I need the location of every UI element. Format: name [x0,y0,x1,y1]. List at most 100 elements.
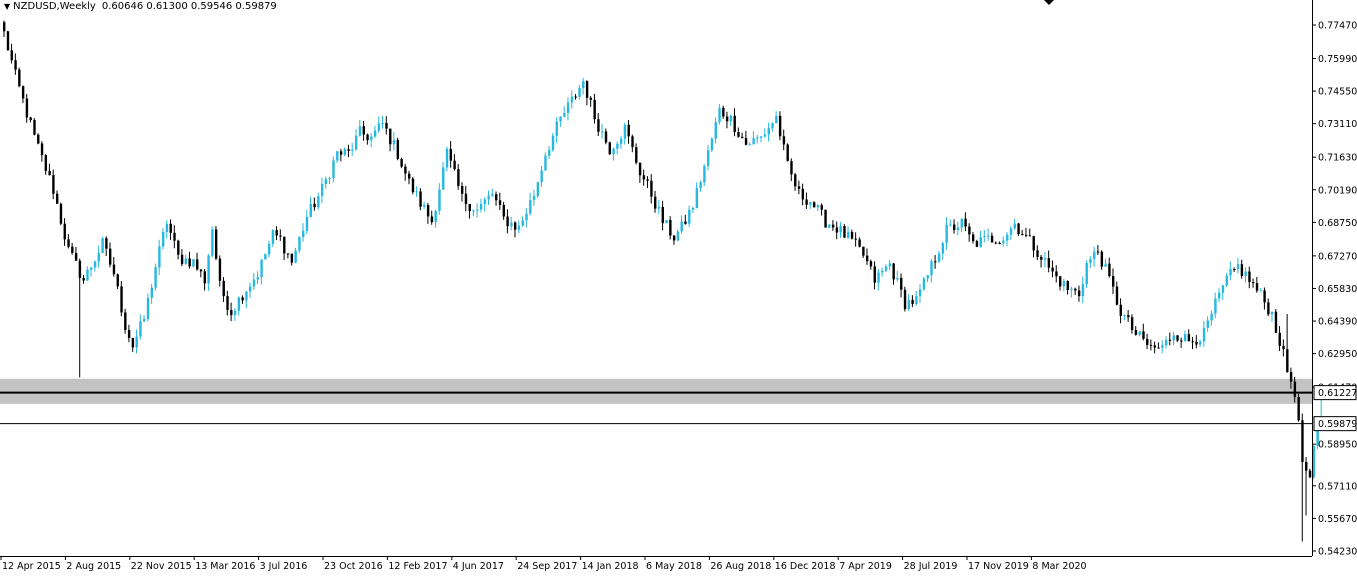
candle-body [302,230,305,238]
candle-body [790,161,793,175]
candle-body [476,209,479,211]
candle [120,281,123,317]
candle-body [313,203,316,208]
price-tick-label: 0.55670 [1318,514,1357,525]
candle-body [389,128,392,145]
candle-body [1168,339,1172,341]
candle-body [1130,317,1134,331]
candle-body [298,237,301,251]
candle-body [3,22,6,32]
candle-body [1070,288,1073,290]
candle-body [55,193,59,204]
candle-body [835,227,839,233]
price-tick-label: 0.75990 [1318,54,1357,65]
collapse-triangle-icon[interactable]: ▼ [4,2,10,11]
candle-body [377,123,381,131]
candle-body [1255,283,1259,291]
candle-body [1233,268,1236,270]
candle-body [949,224,952,226]
candle-body [1040,256,1043,260]
candle-body [1267,302,1270,315]
candle-body [665,219,668,224]
candle-body [332,160,335,179]
time-tick-label: 12 Feb 2017 [388,561,447,572]
candle-body [1236,264,1240,270]
candle-body [741,136,744,139]
candle-body [411,178,415,193]
candle-body [487,195,490,200]
chart-svg[interactable]: 0.77470 0.75990 0.74550 0.73110 0.71630 0.701… [0,0,1357,576]
candle-body [525,213,528,221]
candle-body [714,122,717,139]
candle-body [657,206,661,209]
candle-body [1225,275,1228,286]
candle [843,224,846,239]
time-tick-label: 24 Sep 2017 [517,561,577,572]
candle-body [1172,335,1175,341]
candle-body [290,253,294,263]
candle-body [680,221,683,232]
candle-body [1115,286,1119,305]
candle-body [816,205,820,208]
candle-body [843,226,846,238]
candle-body [10,50,13,61]
candle-body [294,250,297,263]
candle-body [536,182,540,197]
candle [665,219,668,224]
candle-body [317,196,320,208]
candle-body [903,289,907,310]
candle-body [1093,251,1096,259]
candle-body [264,254,267,260]
candle-body [756,137,759,139]
candle-body [1043,258,1047,260]
candle-body [850,232,854,239]
candle-body [862,246,865,256]
candle-body [1199,341,1202,345]
candle-body [627,124,630,137]
candle-body [642,175,646,180]
candle [710,137,714,153]
candle-body [214,229,218,259]
candle-body [676,231,680,241]
candle-body [1252,282,1255,284]
candle-body [794,174,797,187]
candle-body [945,224,948,244]
candle-body [956,227,960,231]
candle-body [207,255,210,284]
candle-body [169,223,172,233]
candle-body [900,277,903,290]
candle-body [1270,311,1274,315]
candle-body [1009,228,1013,235]
candle-body [245,291,248,301]
candle-body [763,134,767,137]
price-tick-label: 0.64390 [1318,317,1357,328]
candle [1297,393,1300,422]
candle-body [177,240,180,255]
time-tick-label: 26 Aug 2018 [710,561,771,572]
price-tick-label: 0.77470 [1318,21,1357,32]
chart-window[interactable]: 0.77470 0.75990 0.74550 0.73110 0.71630 0.701… [0,0,1357,576]
candle-body [90,267,93,270]
candle-body [983,236,986,238]
candle-body [483,199,487,204]
candle-body [392,140,396,145]
candle-body [275,230,278,236]
candle [400,157,403,169]
candle-body [555,121,559,136]
candle-body [33,120,36,135]
candle-body [267,243,271,255]
candle-body [1006,234,1009,241]
candle-body [506,216,509,227]
candle-body [1062,280,1066,287]
candle-body [339,151,343,155]
candle-body [517,225,521,230]
candle-body [230,309,233,316]
candle-body [953,224,956,231]
candle-body [146,297,150,319]
candle-body [1119,304,1122,316]
price-line-label: 0.59879 [1318,419,1357,430]
candle-body [1161,345,1164,348]
candle-body [854,238,858,240]
candle-body [884,266,888,271]
candle-body [748,144,752,146]
